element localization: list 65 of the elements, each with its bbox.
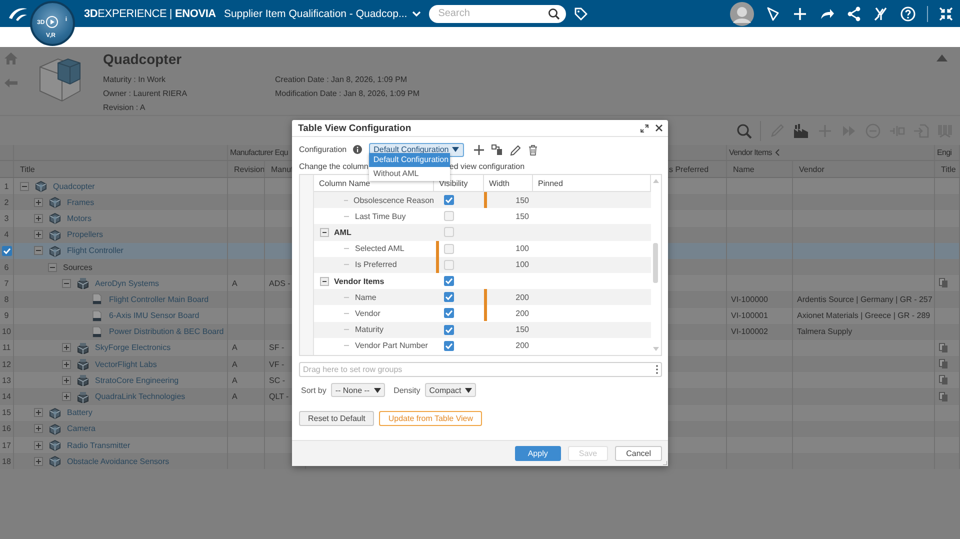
row-number: 7 xyxy=(4,278,9,288)
column-label: Name xyxy=(355,292,376,302)
width-value: 100 xyxy=(516,260,529,270)
table-cell: SF - xyxy=(269,343,284,352)
attribute-text: Revision : A xyxy=(103,103,146,114)
table-cell: VI-100001 xyxy=(731,311,768,320)
column-label: Obsolescence Reason xyxy=(354,196,434,205)
row-number: 12 xyxy=(2,360,11,369)
width-value: 150 xyxy=(516,196,529,205)
row-number: 9 xyxy=(4,311,9,320)
brand-name: 3DEXPERIENCE | ENOVIA xyxy=(84,8,216,20)
row-number: 3 xyxy=(4,214,9,223)
row-number: 16 xyxy=(2,424,11,434)
width-value: 100 xyxy=(516,244,529,254)
table-cell: Ardentis Source | Germany | GR - 257 xyxy=(797,294,932,304)
field-label: Density xyxy=(394,386,420,394)
column-label: Vendor Part Number xyxy=(355,341,428,350)
row-number: 17 xyxy=(2,440,11,450)
table-cell: QLT - xyxy=(269,392,289,402)
table-cell: Axionet Materials | Greece | GR - 289 xyxy=(797,311,930,320)
column-label: Is Preferred xyxy=(355,260,397,270)
row-number: 18 xyxy=(2,456,11,466)
attribute-text: Creation Date : Jan 8, 2026, 1:09 PM xyxy=(275,75,408,86)
group-label: Vendor Items xyxy=(334,276,384,286)
object-title: Quadcopter xyxy=(103,51,183,69)
table-cell: VI-100000 xyxy=(731,294,768,304)
row-number: 6 xyxy=(4,262,9,272)
row-number: 15 xyxy=(2,408,11,418)
table-cell: VF - xyxy=(269,360,284,369)
row-number: 13 xyxy=(2,376,11,385)
table-cell: SC - xyxy=(269,376,285,385)
group-header: Engi xyxy=(935,145,960,160)
table-cell: Talmera Supply xyxy=(797,327,852,336)
column-label: Selected AML xyxy=(355,244,404,254)
table-cell: A xyxy=(232,376,238,385)
description-text: ed view configuration xyxy=(449,162,525,172)
row-number: 14 xyxy=(2,392,11,402)
table-cell: A xyxy=(232,360,238,369)
table-cell: A xyxy=(232,343,238,352)
field-label: Sort by xyxy=(301,386,326,394)
row-label: Sources xyxy=(63,262,92,272)
row-number: 4 xyxy=(4,230,9,240)
column-label: Maturity xyxy=(355,325,384,334)
width-value: 200 xyxy=(516,308,529,318)
row-number: 10 xyxy=(2,327,11,336)
row-number: 8 xyxy=(4,294,9,304)
row-number: 2 xyxy=(4,198,9,207)
width-value: 200 xyxy=(516,292,529,302)
table-cell: ADS - xyxy=(269,278,290,288)
table-cell: VI-100002 xyxy=(731,327,768,336)
attribute-text: Owner : Laurent RIERA xyxy=(103,89,188,100)
group-label: AML xyxy=(334,228,352,237)
attribute-text: Modification Date : Jan 8, 2026, 1:09 PM xyxy=(275,89,420,100)
row-number: 11 xyxy=(2,343,11,352)
column-label: Vendor xyxy=(355,308,380,318)
column-label: Last Time Buy xyxy=(355,212,406,221)
width-value: 150 xyxy=(516,212,529,221)
attribute-text: Maturity : In Work xyxy=(103,75,167,86)
table-cell: A xyxy=(232,278,238,288)
width-value: 150 xyxy=(516,325,529,334)
group-header: Vendor Items xyxy=(729,148,772,157)
row-number: 1 xyxy=(4,182,9,191)
table-cell: A xyxy=(232,392,238,402)
width-value: 200 xyxy=(516,341,529,350)
dialog-title: Table View Configuration xyxy=(298,122,412,134)
